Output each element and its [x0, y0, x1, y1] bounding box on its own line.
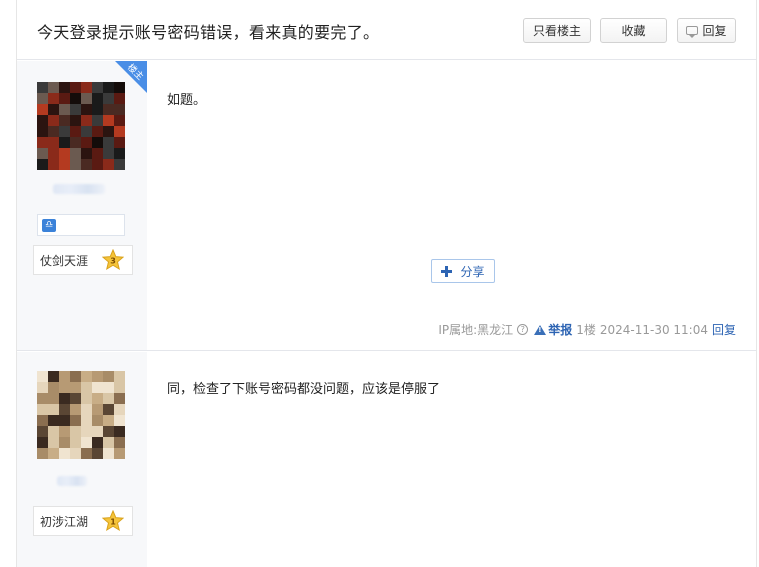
- level-num: 3: [110, 257, 116, 266]
- favorite-button[interactable]: 收藏: [600, 18, 667, 43]
- libra-icon: ♎: [42, 219, 56, 232]
- share-button[interactable]: 分享: [431, 259, 495, 283]
- thread-title: 今天登录提示账号密码错误，看来真的要完了。: [37, 23, 380, 42]
- level-name: 仗剑天涯: [40, 253, 89, 268]
- post-tail: IP属地:黑龙江 ? 举报 1楼 2024-11-30 11:04 回复: [434, 321, 736, 338]
- warning-icon[interactable]: [534, 324, 547, 335]
- post-content: 同，检查了下账号密码都没问题，应该是停服了: [167, 378, 440, 397]
- username[interactable]: [53, 184, 105, 194]
- plus-icon: [441, 265, 453, 277]
- author-sidebar: 楼主 ♎ 仗剑天涯 3: [17, 61, 147, 350]
- post-text: 同，检查了下账号密码都没问题，应该是停服了: [167, 382, 441, 397]
- level-name: 初涉江湖: [40, 514, 89, 529]
- level-num: 1: [110, 518, 116, 527]
- post: 楼主 ♎ 仗剑天涯 3 如题。 分享 IP属地:黑龙江 ? ! 举报 1楼 20…: [17, 61, 756, 351]
- post: 初涉江湖 1 同，检查了下账号密码都没问题，应该是停服了: [17, 352, 756, 567]
- author-sidebar: 初涉江湖 1: [17, 352, 147, 567]
- floor-number: 1楼: [576, 323, 596, 337]
- avatar[interactable]: [37, 371, 125, 459]
- help-circle-icon[interactable]: ?: [517, 324, 529, 335]
- post-text: 如题。: [167, 93, 207, 108]
- share-label: 分享: [460, 264, 485, 279]
- post-content: 如题。: [167, 89, 206, 108]
- star-icon: 3: [102, 249, 124, 271]
- member-badge: ♎: [37, 214, 125, 236]
- username[interactable]: [57, 476, 87, 486]
- level-badge[interactable]: 初涉江湖 1: [33, 506, 133, 536]
- avatar[interactable]: [37, 82, 125, 170]
- report-link[interactable]: 举报: [548, 321, 572, 338]
- comment-bubble-icon: [686, 26, 699, 38]
- only-op-button[interactable]: 只看楼主: [523, 18, 591, 43]
- thread-frame: 今天登录提示账号密码错误，看来真的要完了。 只看楼主 收藏 回复 楼主 ♎ 仗剑…: [16, 0, 757, 567]
- star-icon: 1: [102, 510, 124, 532]
- ip-location: IP属地:黑龙江: [438, 323, 514, 337]
- post-time: 2024-11-30 11:04: [599, 322, 708, 337]
- thread-header: 今天登录提示账号密码错误，看来真的要完了。 只看楼主 收藏 回复: [17, 0, 756, 60]
- reply-button[interactable]: 回复: [677, 18, 736, 43]
- level-badge[interactable]: 仗剑天涯 3: [33, 245, 133, 275]
- op-ribbon: 楼主: [115, 61, 147, 97]
- reply-button-label: 回复: [702, 24, 727, 38]
- op-ribbon-label: 楼主: [125, 62, 145, 83]
- reply-link[interactable]: 回复: [712, 321, 736, 338]
